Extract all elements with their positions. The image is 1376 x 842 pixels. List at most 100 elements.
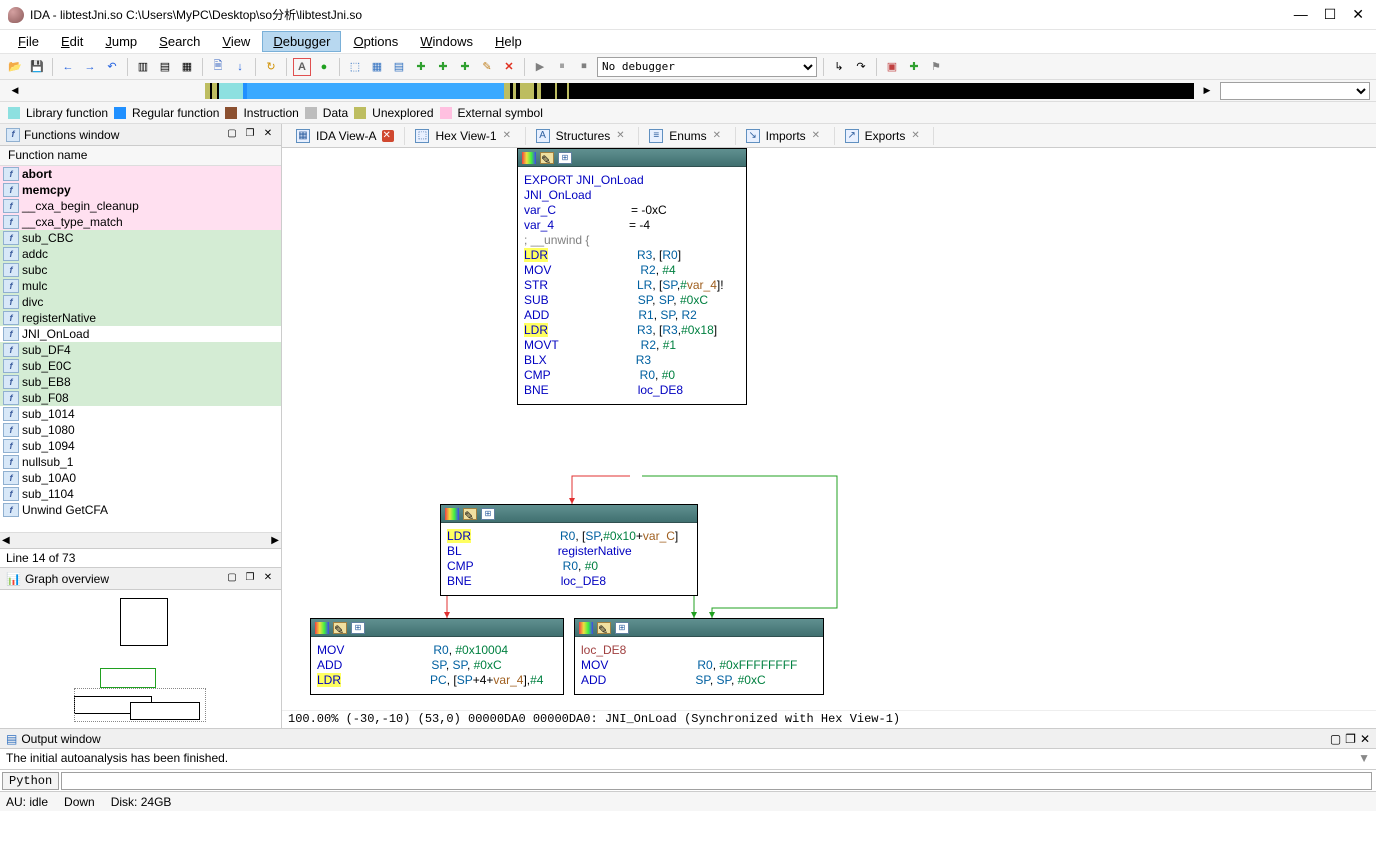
open-icon[interactable]: 📂	[6, 58, 24, 76]
functions-hscroll[interactable]: ◀▶	[0, 532, 281, 548]
graph-node-4[interactable]: ✎⊞ loc_DE8MOVR0, #0xFFFFFFFFADDSP, SP, #…	[574, 618, 824, 695]
python-button[interactable]: Python	[2, 772, 59, 790]
tab-imports[interactable]: ↘Imports✕	[736, 127, 835, 145]
menu-debugger[interactable]: Debugger	[262, 31, 341, 52]
dock-icon[interactable]: ▢	[225, 128, 239, 142]
graph-node-3[interactable]: ✎⊞ MOVR0, #0x10004ADDSP, SP, #0xCLDRPC, …	[310, 618, 564, 695]
command-input[interactable]	[61, 772, 1372, 790]
function-row[interactable]: fmulc	[0, 278, 281, 294]
graph-overview-canvas[interactable]	[0, 590, 281, 728]
dock-icon[interactable]: ▢	[225, 572, 239, 586]
breakpoint-icon[interactable]: ●	[315, 58, 333, 76]
function-row[interactable]: fsub_EB8	[0, 374, 281, 390]
hex-icon[interactable]: ⬚	[346, 58, 364, 76]
add-struct-icon[interactable]: ✚	[412, 58, 430, 76]
window1-icon[interactable]: ▣	[883, 58, 901, 76]
tab-close-icon[interactable]: ✕	[616, 130, 628, 142]
tab-close-icon[interactable]: ✕	[911, 130, 923, 142]
function-row[interactable]: fmemcpy	[0, 182, 281, 198]
graph-node-entry[interactable]: ✎⊞ EXPORT JNI_OnLoadJNI_OnLoadvar_C= -0x…	[517, 148, 747, 405]
functions-column-header[interactable]: Function name	[0, 146, 281, 166]
tab-hex-view-1[interactable]: ⬚Hex View-1✕	[405, 127, 525, 145]
menu-jump[interactable]: Jump	[95, 32, 147, 51]
tab-enums[interactable]: ≡Enums✕	[639, 127, 735, 145]
close-panel-icon[interactable]: ✕	[261, 128, 275, 142]
window2-icon[interactable]: ✚	[905, 58, 923, 76]
cross-ref-icon[interactable]: ✚	[456, 58, 474, 76]
function-row[interactable]: fdivc	[0, 294, 281, 310]
save-icon[interactable]: 💾	[28, 58, 46, 76]
dock-icon[interactable]: ▢	[1330, 732, 1341, 746]
function-row[interactable]: faddc	[0, 246, 281, 262]
function-row[interactable]: fsub_1014	[0, 406, 281, 422]
text-icon[interactable]: 🗎	[209, 58, 227, 76]
menu-search[interactable]: Search	[149, 32, 210, 51]
segment2-icon[interactable]: ▤	[156, 58, 174, 76]
function-row[interactable]: fsub_E0C	[0, 358, 281, 374]
pause-icon[interactable]: ⏸	[553, 58, 571, 76]
nav-next-icon[interactable]: ▶	[1198, 82, 1216, 100]
output-scroll-down-icon[interactable]: ▼	[1358, 751, 1370, 767]
function-row[interactable]: fabort	[0, 166, 281, 182]
minimize-button[interactable]: —	[1294, 6, 1308, 23]
nav-prev-icon[interactable]: ◀	[6, 82, 24, 100]
tab-close-icon[interactable]: ✕	[812, 130, 824, 142]
tab-exports[interactable]: ↗Exports✕	[835, 127, 935, 145]
restore-icon[interactable]: ❐	[1345, 732, 1356, 746]
down-icon[interactable]: ↓	[231, 58, 249, 76]
run-icon[interactable]: ▶	[531, 58, 549, 76]
back-icon[interactable]: ←	[59, 58, 77, 76]
graph-node-2[interactable]: ✎⊞ LDRR0, [SP,#0x10+var_C]BLregisterNati…	[440, 504, 698, 596]
debugger-select[interactable]: No debugger	[597, 57, 817, 77]
window3-icon[interactable]: ⚑	[927, 58, 945, 76]
forward-icon[interactable]: →	[81, 58, 99, 76]
function-row[interactable]: fsubc	[0, 262, 281, 278]
restore-icon[interactable]: ❐	[243, 572, 257, 586]
step-into-icon[interactable]: ↳	[830, 58, 848, 76]
function-row[interactable]: fnullsub_1	[0, 454, 281, 470]
delete-icon[interactable]: ✕	[500, 58, 518, 76]
function-row[interactable]: fregisterNative	[0, 310, 281, 326]
undo-icon[interactable]: ↶	[103, 58, 121, 76]
function-row[interactable]: fJNI_OnLoad	[0, 326, 281, 342]
function-row[interactable]: fsub_CBC	[0, 230, 281, 246]
function-row[interactable]: f__cxa_type_match	[0, 214, 281, 230]
menu-help[interactable]: Help	[485, 32, 532, 51]
segment3-icon[interactable]: ▦	[178, 58, 196, 76]
stop-icon[interactable]: ⏹	[575, 58, 593, 76]
function-row[interactable]: fsub_DF4	[0, 342, 281, 358]
menu-file[interactable]: File	[8, 32, 49, 51]
function-row[interactable]: fsub_1104	[0, 486, 281, 502]
menu-view[interactable]: View	[212, 32, 260, 51]
close-panel-icon[interactable]: ✕	[1360, 732, 1370, 746]
ida-view-graph[interactable]: ✎⊞ EXPORT JNI_OnLoadJNI_OnLoadvar_C= -0x…	[282, 148, 1376, 728]
menu-windows[interactable]: Windows	[410, 32, 483, 51]
menu-edit[interactable]: Edit	[51, 32, 93, 51]
step-over-icon[interactable]: ↷	[852, 58, 870, 76]
refresh-icon[interactable]: ↻	[262, 58, 280, 76]
function-row[interactable]: fUnwind GetCFA	[0, 502, 281, 518]
close-button[interactable]: ✕	[1352, 6, 1364, 23]
nav-band[interactable]	[28, 83, 1194, 99]
maximize-button[interactable]: ☐	[1324, 6, 1337, 23]
tab-close-icon[interactable]: ✕	[713, 130, 725, 142]
tab-structures[interactable]: AStructures✕	[526, 127, 640, 145]
function-row[interactable]: f__cxa_begin_cleanup	[0, 198, 281, 214]
restore-icon[interactable]: ❐	[243, 128, 257, 142]
tab-close-icon[interactable]: ✕	[503, 130, 515, 142]
function-row[interactable]: fsub_1094	[0, 438, 281, 454]
text-type-icon[interactable]: A	[293, 58, 311, 76]
function-row[interactable]: fsub_F08	[0, 390, 281, 406]
close-panel-icon[interactable]: ✕	[261, 572, 275, 586]
menu-options[interactable]: Options	[343, 32, 408, 51]
struct-icon[interactable]: ▦	[368, 58, 386, 76]
tab-ida-view-a[interactable]: ▦IDA View-A✕	[286, 127, 405, 145]
nav-select[interactable]	[1220, 82, 1370, 100]
function-row[interactable]: fsub_10A0	[0, 470, 281, 486]
function-row[interactable]: fsub_1080	[0, 422, 281, 438]
functions-list[interactable]: fabortfmemcpyf__cxa_begin_cleanupf__cxa_…	[0, 166, 281, 532]
enum-icon[interactable]: ▤	[390, 58, 408, 76]
segment-icon[interactable]: ▥	[134, 58, 152, 76]
add-enum-icon[interactable]: ✚	[434, 58, 452, 76]
tab-close-icon[interactable]: ✕	[382, 130, 394, 142]
